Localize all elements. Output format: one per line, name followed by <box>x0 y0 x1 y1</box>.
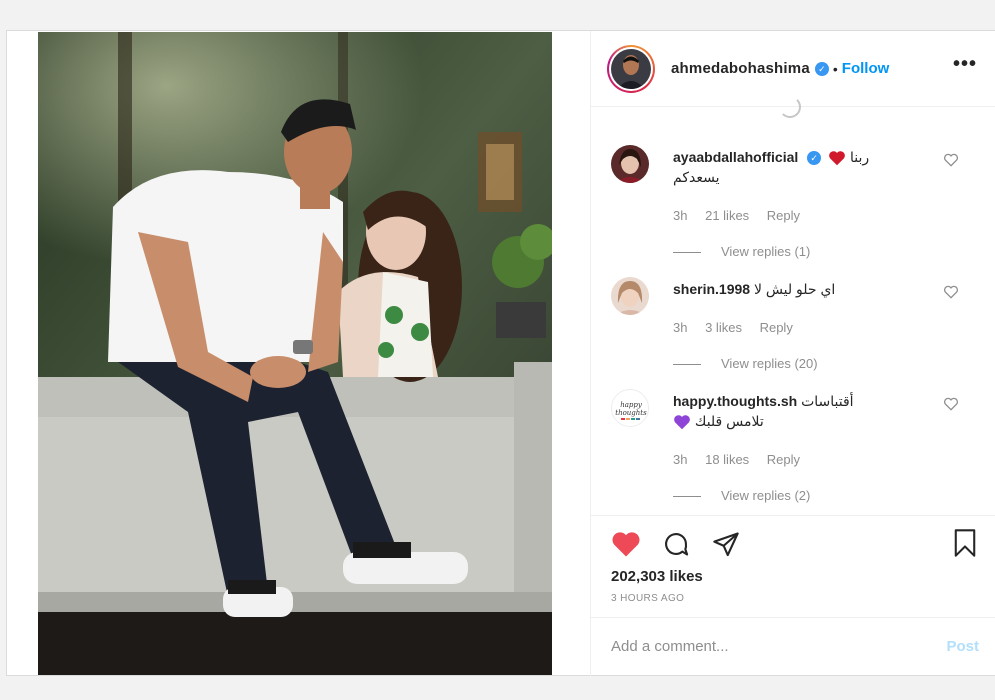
comment-meta: 3h 3 likes Reply <box>673 320 807 335</box>
post-sidebar: ahmedabohashima ✓ • Follow ••• ayaabdall… <box>590 31 995 676</box>
view-replies-button[interactable]: View replies (2) <box>673 488 810 503</box>
like-comment-heart-icon[interactable] <box>943 397 959 411</box>
verified-badge-icon: ✓ <box>807 151 822 166</box>
follow-button[interactable]: Follow <box>842 60 890 77</box>
header-separator: • <box>832 60 838 77</box>
commenter-avatar[interactable]: happy thoughts <box>611 389 649 427</box>
comment-username[interactable]: happy.thoughts.sh <box>673 393 797 409</box>
comment-body: أقتباسات <box>801 393 854 409</box>
author-avatar-image <box>611 48 651 89</box>
comment-time: 3h <box>673 208 688 223</box>
view-replies-button[interactable]: View replies (1) <box>673 244 810 259</box>
comment-icon[interactable] <box>661 530 691 558</box>
comment-time: 3h <box>673 452 688 467</box>
replies-divider <box>673 496 701 498</box>
comment-body-cont: يسعدكم <box>673 169 720 185</box>
comment-likes[interactable]: 3 likes <box>705 320 742 335</box>
comment-body: ربنا <box>849 149 870 165</box>
like-comment-heart-icon[interactable] <box>943 153 959 167</box>
comment-text: ayaabdallahofficial ✓ ربنا يسعدكم <box>673 147 913 187</box>
replies-divider <box>673 364 701 366</box>
add-comment-bar: Post <box>591 617 995 676</box>
more-options-icon[interactable]: ••• <box>953 53 977 76</box>
reply-button[interactable]: Reply <box>767 452 800 467</box>
verified-badge-icon: ✓ <box>814 61 829 76</box>
comment-username[interactable]: ayaabdallahofficial <box>673 149 798 165</box>
heart-icon[interactable] <box>611 530 641 558</box>
post-image[interactable] <box>38 32 552 675</box>
commenter-avatar[interactable] <box>611 277 649 315</box>
comment-input[interactable] <box>611 638 911 655</box>
post-actions: 202,303 likes 3 HOURS AGO <box>591 515 995 615</box>
author-avatar[interactable] <box>607 44 655 93</box>
view-replies-button[interactable]: View replies (20) <box>673 356 818 371</box>
comment-likes[interactable]: 18 likes <box>705 452 749 467</box>
avatar-text-line1: happy <box>620 401 643 409</box>
commenter-avatar[interactable] <box>611 145 649 183</box>
comment-body: اي حلو ليش لا <box>753 281 836 297</box>
comment-body-cont: تلامس قلبك <box>694 413 764 429</box>
post-timestamp: 3 HOURS AGO <box>611 593 685 604</box>
purple-heart-emoji-icon <box>674 415 690 430</box>
view-replies-label: View replies (20) <box>721 356 818 371</box>
author-username[interactable]: ahmedabohashima <box>671 60 810 77</box>
comment-text: happy.thoughts.sh أقتباسات تلامس قلبك <box>673 391 913 431</box>
comments-list[interactable]: ayaabdallahofficial ✓ ربنا يسعدكم 3h 21 … <box>591 108 995 515</box>
red-heart-emoji-icon <box>829 151 845 166</box>
bookmark-icon[interactable] <box>951 528 979 558</box>
likes-count[interactable]: 202,303 likes <box>611 568 703 585</box>
avatar-text-line2: thoughts <box>615 409 647 417</box>
post-comment-button[interactable]: Post <box>946 638 979 655</box>
reply-button[interactable]: Reply <box>767 208 800 223</box>
view-replies-label: View replies (1) <box>721 244 811 259</box>
comment-likes[interactable]: 21 likes <box>705 208 749 223</box>
comment-meta: 3h 18 likes Reply <box>673 452 814 467</box>
comment-time: 3h <box>673 320 688 335</box>
reply-button[interactable]: Reply <box>760 320 793 335</box>
comment-text: sherin.1998 اي حلو ليش لا <box>673 279 913 299</box>
like-comment-heart-icon[interactable] <box>943 285 959 299</box>
comment-meta: 3h 21 likes Reply <box>673 208 814 223</box>
replies-divider <box>673 252 701 254</box>
view-replies-label: View replies (2) <box>721 488 811 503</box>
share-icon[interactable] <box>711 530 741 558</box>
comment-username[interactable]: sherin.1998 <box>673 281 750 297</box>
